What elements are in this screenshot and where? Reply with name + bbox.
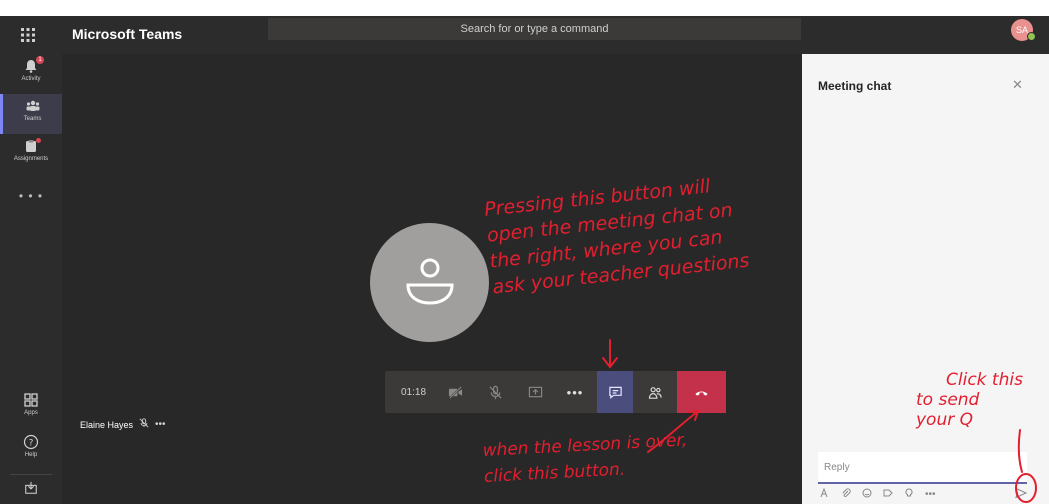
- annotation-line: to send: [916, 390, 980, 410]
- chat-icon[interactable]: [597, 371, 633, 413]
- svg-text:?: ?: [29, 439, 34, 449]
- rail-item-apps[interactable]: Apps: [0, 388, 62, 428]
- meeting-chat-panel: [802, 54, 1049, 504]
- sticker-icon[interactable]: [904, 487, 914, 501]
- participant-nametag: Elaine Hayes •••: [80, 418, 166, 431]
- close-icon[interactable]: ✕: [1012, 77, 1023, 93]
- rail-item-label: Help: [24, 452, 38, 458]
- hang-up-button[interactable]: [677, 371, 726, 413]
- top-bar: Microsoft Teams Search for or type a com…: [0, 0, 1049, 54]
- reply-input[interactable]: Reply: [818, 452, 1027, 484]
- chat-title: Meeting chat: [818, 79, 892, 93]
- participant-avatar: [370, 223, 489, 342]
- call-timer: 01:18: [400, 386, 427, 398]
- annotation-line: Click this: [946, 370, 1023, 390]
- more-apps-icon[interactable]: • • •: [0, 189, 62, 203]
- gif-icon[interactable]: [883, 488, 893, 501]
- call-controls: 01:18 •••: [385, 371, 726, 413]
- annotation-line: your Q: [916, 410, 974, 430]
- search-input[interactable]: Search for or type a command: [268, 18, 801, 40]
- annotation-send-note: Click this to send your Q: [916, 370, 1023, 430]
- person-icon: [406, 258, 454, 305]
- apps-icon: [24, 393, 38, 407]
- rail-item-help[interactable]: ? Help: [0, 430, 62, 470]
- participant-name: Elaine Hayes: [80, 419, 134, 430]
- share-screen-icon[interactable]: [517, 371, 553, 413]
- mic-off-icon[interactable]: [477, 371, 513, 413]
- teams-window: Microsoft Teams Search for or type a com…: [0, 0, 1049, 504]
- help-icon: ?: [23, 434, 39, 450]
- app-launcher-icon[interactable]: [14, 21, 42, 49]
- rail-item-label: Assignments: [13, 156, 49, 162]
- rail-item-activity[interactable]: 1 Activity: [0, 54, 62, 94]
- activity-badge: 1: [36, 56, 44, 64]
- presence-status-icon: [1027, 32, 1036, 41]
- assignments-dot: [36, 138, 41, 143]
- participant-more-icon[interactable]: •••: [155, 419, 166, 430]
- rail-item-label: Teams: [23, 116, 42, 122]
- left-rail: 1 Activity Teams Assignments • • • Apps: [0, 54, 62, 504]
- participants-icon[interactable]: [637, 371, 673, 413]
- download-icon[interactable]: [10, 474, 52, 501]
- rail-item-label: Activity: [21, 76, 41, 82]
- more-options-icon[interactable]: •••: [925, 489, 936, 500]
- rail-item-assignments[interactable]: Assignments: [0, 134, 62, 174]
- emoji-icon[interactable]: [862, 488, 872, 501]
- app-title: Microsoft Teams: [72, 26, 183, 42]
- annotation-end-note: when the lesson is over, click this butt…: [482, 427, 689, 490]
- teams-icon: [26, 100, 39, 111]
- send-icon[interactable]: [1015, 486, 1028, 504]
- compose-toolbar: •••: [820, 486, 936, 502]
- hang-up-icon: [695, 390, 708, 396]
- camera-off-icon[interactable]: [437, 371, 473, 413]
- reply-placeholder: Reply: [824, 462, 850, 473]
- more-actions-icon[interactable]: •••: [557, 371, 593, 413]
- rail-item-teams[interactable]: Teams: [0, 94, 62, 134]
- mic-muted-icon: [139, 418, 149, 431]
- rail-item-label: Apps: [24, 410, 38, 416]
- format-icon[interactable]: [820, 487, 830, 501]
- attach-icon[interactable]: [841, 487, 851, 501]
